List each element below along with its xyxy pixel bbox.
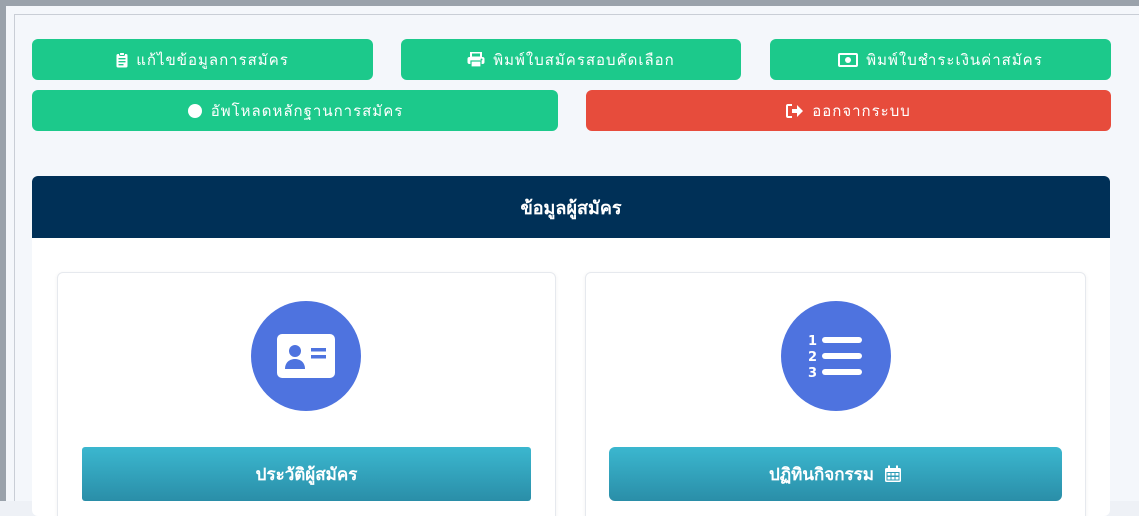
applicant-profile-card: ประวัติผู้สมัคร — [57, 272, 556, 516]
print-payment-label: พิมพ์ใบชำระเงินค่าสมัคร — [866, 50, 1043, 69]
applicant-profile-button[interactable]: ประวัติผู้สมัคร — [82, 447, 531, 501]
print-application-label: พิมพ์ใบสมัครสอบคัดเลือก — [493, 50, 675, 69]
panel-title: ข้อมูลผู้สมัคร — [520, 197, 622, 219]
applicant-profile-label: ประวัติผู้สมัคร — [255, 464, 358, 485]
logout-label: ออกจากระบบ — [812, 101, 911, 120]
activity-calendar-label: ปฏิทินกิจกรรม — [768, 464, 875, 485]
money-bill-icon — [838, 52, 859, 67]
activity-calendar-card: 1 2 3 ปฏิทินกิจกรรม — [585, 272, 1086, 516]
print-payment-button[interactable]: พิมพ์ใบชำระเงินค่าสมัคร — [770, 39, 1111, 80]
print-application-button[interactable]: พิมพ์ใบสมัครสอบคัดเลือก — [401, 39, 741, 80]
svg-text:2: 2 — [808, 350, 817, 365]
logout-button[interactable]: ออกจากระบบ — [586, 90, 1111, 131]
calendar-icon — [884, 465, 902, 483]
clipboard-icon — [116, 51, 128, 68]
edit-application-label: แก้ไขข้อมูลการสมัคร — [136, 50, 289, 69]
applicant-info-panel: ข้อมูลผู้สมัคร ประวัติผู้สมัคร 1 2 3 ปฏิ… — [32, 176, 1110, 516]
svg-text:1: 1 — [808, 334, 817, 349]
sign-out-icon — [786, 103, 804, 118]
printer-icon — [467, 51, 485, 68]
panel-header: ข้อมูลผู้สมัคร — [32, 176, 1110, 238]
circle-icon — [187, 103, 203, 119]
edit-application-button[interactable]: แก้ไขข้อมูลการสมัคร — [32, 39, 373, 80]
svg-text:3: 3 — [808, 366, 817, 381]
upload-evidence-button[interactable]: อัพโหลดหลักฐานการสมัคร — [32, 90, 558, 131]
numbered-list-icon: 1 2 3 — [781, 301, 891, 411]
id-card-icon — [251, 301, 361, 411]
upload-evidence-label: อัพโหลดหลักฐานการสมัคร — [210, 101, 404, 120]
activity-calendar-button[interactable]: ปฏิทินกิจกรรม — [609, 447, 1062, 501]
